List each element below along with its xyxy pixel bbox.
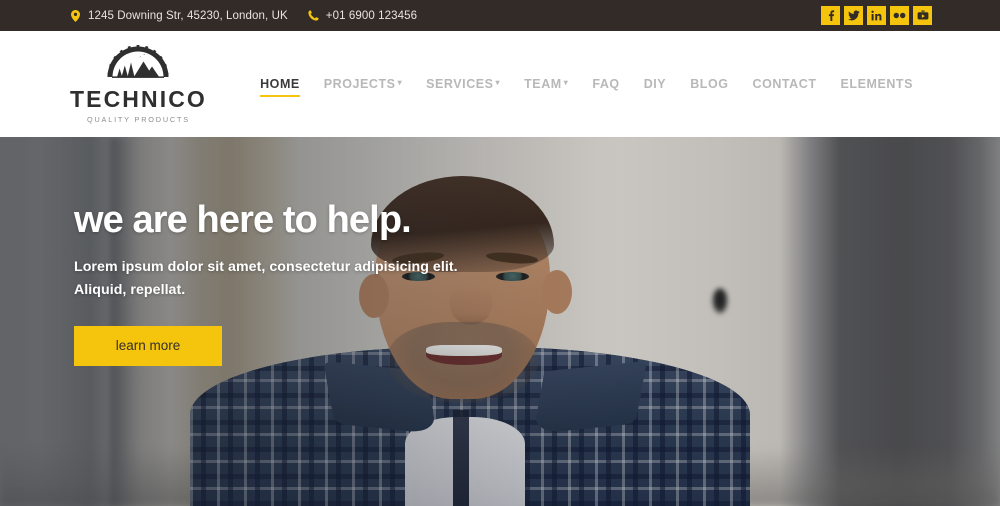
address-item: 1245 Downing Str, 45230, London, UK bbox=[70, 9, 288, 22]
main-navigation: HOME PROJECTS ▾ SERVICES ▾ TEAM ▾ FAQ DI… bbox=[248, 69, 925, 99]
logo-tagline: QUALITY PRODUCTS bbox=[87, 114, 190, 124]
nav-label: DIY bbox=[643, 77, 667, 91]
nav-item-blog[interactable]: BLOG bbox=[678, 69, 740, 99]
nav-item-team[interactable]: TEAM ▾ bbox=[512, 69, 580, 99]
active-underline bbox=[260, 94, 300, 97]
nav-label: FAQ bbox=[592, 77, 620, 91]
chevron-down-icon: ▾ bbox=[563, 78, 569, 87]
chevron-down-icon: ▾ bbox=[397, 78, 403, 87]
topbar-contact-group: 1245 Downing Str, 45230, London, UK +01 … bbox=[70, 9, 417, 22]
chevron-down-icon: ▾ bbox=[495, 78, 501, 87]
nav-label: SERVICES bbox=[426, 77, 494, 91]
site-header: TECHNICO QUALITY PRODUCTS HOME PROJECTS … bbox=[0, 31, 1000, 137]
nav-label: ELEMENTS bbox=[840, 77, 913, 91]
phone-icon bbox=[308, 10, 319, 21]
facebook-icon[interactable] bbox=[821, 6, 840, 25]
flickr-icon[interactable] bbox=[890, 6, 909, 25]
nav-item-projects[interactable]: PROJECTS ▾ bbox=[312, 69, 414, 99]
phone-text: +01 6900 123456 bbox=[325, 9, 418, 22]
hero-title: we are here to help. bbox=[74, 199, 412, 241]
social-links bbox=[821, 6, 932, 25]
hero-banner: we are here to help. Lorem ipsum dolor s… bbox=[0, 137, 1000, 506]
phone-item: +01 6900 123456 bbox=[308, 10, 417, 22]
nav-label: TEAM bbox=[524, 77, 562, 91]
linkedin-icon[interactable] bbox=[867, 6, 886, 25]
map-pin-icon bbox=[70, 9, 81, 22]
learn-more-button[interactable]: learn more bbox=[74, 325, 222, 366]
nav-item-diy[interactable]: DIY bbox=[632, 69, 679, 99]
hero-content: we are here to help. Lorem ipsum dolor s… bbox=[74, 199, 504, 366]
nav-label: PROJECTS bbox=[323, 77, 396, 91]
twitter-icon[interactable] bbox=[844, 6, 863, 25]
top-info-bar: 1245 Downing Str, 45230, London, UK +01 … bbox=[0, 0, 1000, 31]
logo[interactable]: TECHNICO QUALITY PRODUCTS bbox=[70, 44, 207, 124]
nav-label: BLOG bbox=[690, 77, 729, 91]
nav-item-contact[interactable]: CONTACT bbox=[741, 69, 829, 99]
nav-item-home[interactable]: HOME bbox=[248, 69, 312, 99]
logo-wordmark: TECHNICO bbox=[70, 85, 207, 112]
saw-blade-mountain-icon bbox=[106, 44, 170, 86]
hero-subtitle: Lorem ipsum dolor sit amet, consectetur … bbox=[74, 258, 458, 298]
nav-label: HOME bbox=[260, 77, 300, 91]
nav-item-faq[interactable]: FAQ bbox=[580, 69, 631, 99]
nav-item-services[interactable]: SERVICES ▾ bbox=[414, 69, 512, 99]
nav-item-elements[interactable]: ELEMENTS bbox=[829, 69, 925, 99]
nav-label: CONTACT bbox=[752, 77, 817, 91]
youtube-icon[interactable] bbox=[913, 6, 932, 25]
address-text: 1245 Downing Str, 45230, London, UK bbox=[88, 9, 288, 22]
